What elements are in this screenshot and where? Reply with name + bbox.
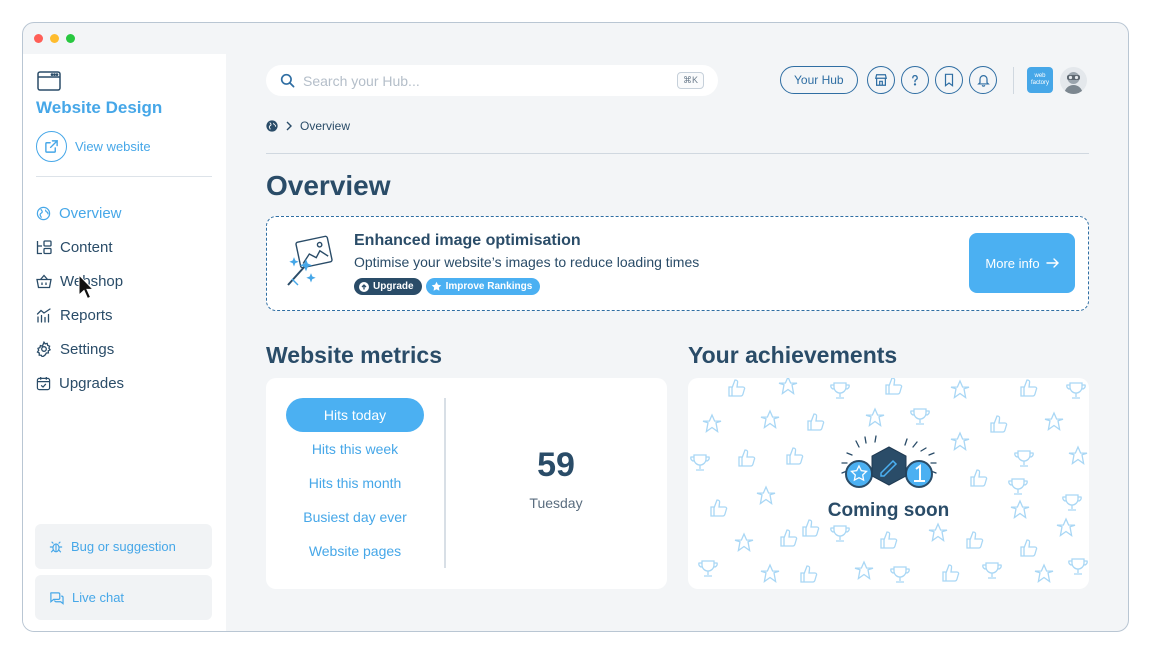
mouse-pointer-icon [78, 273, 95, 307]
layout-icon [36, 239, 52, 254]
maximize-window-button[interactable] [66, 34, 75, 43]
sidebar: Website Design View website Overview Con… [23, 54, 226, 631]
sidebar-item-overview[interactable]: Overview [36, 196, 124, 230]
metric-tab-hits-today[interactable]: Hits today [286, 398, 424, 432]
bug-icon [49, 540, 63, 553]
search-input[interactable] [303, 72, 663, 89]
avatar[interactable] [1060, 67, 1087, 94]
metric-tabs: Hits today Hits this week Hits this mont… [286, 398, 424, 568]
notifications-button[interactable] [969, 66, 997, 94]
header-divider-line [266, 153, 1089, 154]
store-icon [874, 74, 888, 86]
arrow-right-icon [1045, 258, 1059, 268]
achievements-card: Coming soon [688, 378, 1089, 589]
window-controls [34, 34, 75, 43]
rankings-badge: Improve Rankings [425, 278, 541, 295]
promo-badges: Upgrade Improve Rankings [354, 278, 541, 295]
browser-window-icon [37, 71, 61, 96]
metrics-card: Hits today Hits this week Hits this mont… [266, 378, 667, 589]
external-link-icon [36, 131, 67, 162]
search-icon [280, 73, 295, 88]
bug-suggestion-label: Bug or suggestion [71, 539, 176, 554]
metrics-title: Website metrics [266, 342, 442, 368]
metric-tab-website-pages[interactable]: Website pages [286, 534, 424, 568]
view-website-label: View website [75, 139, 151, 154]
promo-subtitle: Optimise your website’s images to reduce… [354, 254, 700, 270]
sidebar-item-label: Settings [60, 340, 115, 358]
coming-soon-label: Coming soon [827, 500, 950, 521]
help-icon [912, 74, 918, 86]
your-hub-button[interactable]: Your Hub [780, 66, 858, 94]
upgrade-badge: Upgrade [354, 278, 422, 295]
more-info-button[interactable]: More info [969, 233, 1075, 293]
sidebar-item-settings[interactable]: Settings [36, 332, 124, 366]
sidebar-item-label: Overview [59, 204, 122, 222]
view-website-link[interactable]: View website [36, 131, 151, 162]
image-magic-icon [284, 235, 336, 296]
metric-tab-hits-month[interactable]: Hits this month [286, 466, 424, 500]
help-button[interactable] [901, 66, 929, 94]
brand-logo[interactable]: web factory [1027, 67, 1053, 93]
globe-icon[interactable] [266, 120, 278, 132]
metric-tab-busiest-day[interactable]: Busiest day ever [286, 500, 424, 534]
promo-banner: Enhanced image optimisation Optimise you… [266, 216, 1089, 311]
metric-caption: Tuesday [529, 495, 583, 511]
bookmark-icon [944, 73, 954, 87]
breadcrumb: Overview [266, 119, 350, 133]
arrow-up-circle-icon [359, 281, 369, 292]
metric-tab-hits-week[interactable]: Hits this week [286, 432, 424, 466]
live-chat-label: Live chat [72, 590, 125, 605]
sidebar-item-label: Content [60, 238, 113, 256]
achievements-title: Your achievements [688, 342, 898, 368]
metrics-divider [444, 398, 446, 568]
metric-value: 59 [537, 446, 575, 484]
search-bar[interactable]: ⌘K [266, 65, 718, 96]
sidebar-item-label: Upgrades [59, 374, 125, 392]
breadcrumb-current: Overview [300, 119, 351, 133]
calendar-icon [36, 376, 51, 390]
sidebar-item-upgrades[interactable]: Upgrades [36, 366, 124, 400]
site-title: Website Design [36, 98, 163, 117]
bookmark-button[interactable] [935, 66, 963, 94]
live-chat-button[interactable]: Live chat [35, 575, 212, 620]
basket-icon [36, 274, 52, 288]
chevron-right-icon [286, 121, 292, 131]
chart-icon [36, 307, 51, 323]
achievement-badges-icon [841, 435, 937, 488]
sidebar-item-label: Reports [60, 306, 113, 324]
shortcut-hint: ⌘K [676, 72, 704, 89]
promo-title: Enhanced image optimisation [354, 232, 581, 249]
bell-icon [976, 75, 990, 87]
sidebar-item-content[interactable]: Content [36, 230, 124, 264]
minimize-window-button[interactable] [50, 34, 59, 43]
page-title: Overview [266, 170, 391, 201]
app-window: Website Design View website Overview Con… [22, 22, 1129, 632]
close-window-button[interactable] [34, 34, 43, 43]
star-icon [431, 281, 441, 291]
store-button[interactable] [867, 66, 895, 94]
header-divider [1013, 67, 1014, 94]
bug-suggestion-button[interactable]: Bug or suggestion [35, 524, 212, 569]
sidebar-divider [36, 176, 212, 177]
globe-icon [36, 206, 51, 220]
gear-icon [36, 341, 52, 357]
chat-icon [50, 591, 64, 605]
